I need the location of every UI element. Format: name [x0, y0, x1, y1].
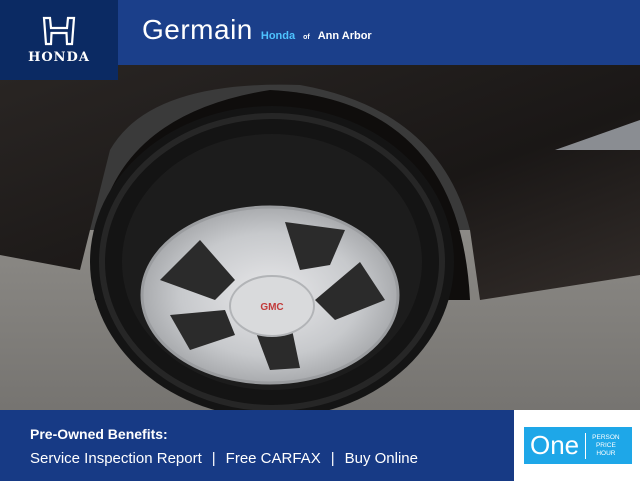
one-badge-divider	[585, 432, 587, 459]
one-badge-subtext: PERSON PRICE HOUR	[592, 434, 619, 458]
honda-wordmark: HONDA	[28, 49, 90, 65]
one-price-badge: One PERSON PRICE HOUR	[524, 427, 632, 464]
dealer-of: of	[303, 34, 310, 41]
dealer-location: Ann Arbor	[317, 30, 372, 42]
one-badge-line3: HOUR	[596, 449, 616, 457]
dealer-make: Honda	[260, 30, 296, 42]
dealer-name: Germain	[142, 14, 253, 45]
one-badge-line1: PERSON	[592, 433, 620, 441]
separator: |	[211, 450, 216, 467]
separator: |	[330, 450, 335, 467]
one-badge-line2: PRICE	[595, 441, 616, 449]
benefit-item: Free CARFAX	[225, 450, 321, 467]
dealer-branding: Germain Honda of Ann Arbor	[142, 14, 372, 46]
benefit-item: Service Inspection Report	[30, 450, 202, 467]
wheel-center-cap-text: GMC	[260, 302, 283, 313]
benefit-item: Buy Online	[344, 450, 418, 467]
honda-logo-badge: HONDA	[0, 0, 118, 80]
one-badge-word: One	[530, 430, 580, 460]
one-price-badge-box: One PERSON PRICE HOUR	[514, 410, 640, 481]
benefits-list: Service Inspection Report | Free CARFAX | Bu…	[30, 450, 418, 467]
honda-h-icon	[42, 16, 76, 45]
benefits-title: Pre-Owned Benefits:	[30, 426, 168, 442]
